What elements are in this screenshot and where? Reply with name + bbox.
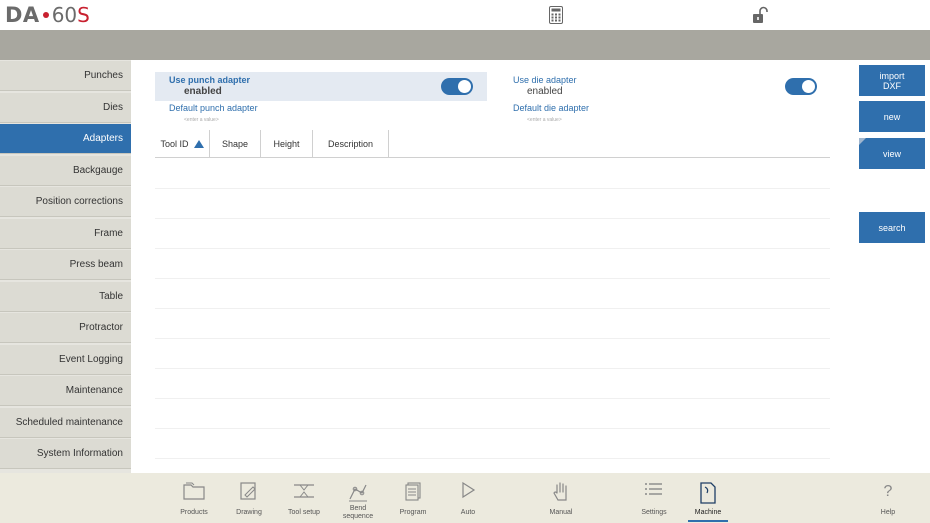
nav-bend-sequence[interactable]: Bend sequence — [338, 473, 378, 523]
play-icon — [462, 481, 476, 499]
logo-model-prefix: 60 — [51, 3, 78, 27]
logo: DA 60S — [5, 3, 90, 27]
sidebar-item-backgauge[interactable]: Backgauge — [0, 156, 131, 186]
view-button-label: view — [882, 148, 901, 159]
toggle-knob — [802, 80, 815, 93]
sidebar-item-protractor[interactable]: Protractor — [0, 313, 131, 343]
hand-icon — [553, 482, 567, 501]
top-bar: DA 60S — [0, 0, 930, 30]
table-row-divider — [155, 368, 830, 369]
title-band — [0, 30, 930, 60]
default-die-adapter-input[interactable]: <enter a value> — [527, 117, 562, 123]
column-header-tool-id[interactable]: Tool ID — [155, 130, 210, 158]
program-icon — [405, 482, 421, 501]
nav-label: Program — [399, 509, 427, 516]
table-row-divider — [155, 338, 830, 339]
bend-sequence-icon — [349, 484, 367, 502]
sidebar-item-maintenance[interactable]: Maintenance — [0, 376, 131, 406]
logo-dot — [42, 12, 49, 18]
nav-manual[interactable]: Manual — [541, 473, 581, 523]
sidebar-item-press-beam[interactable]: Press beam — [0, 250, 131, 280]
sidebar-item-event-logging[interactable]: Event Logging — [0, 345, 131, 375]
adapter-table-header: Tool ID Shape Height Description — [155, 130, 830, 158]
nav-label: Bend sequence — [342, 505, 374, 520]
logo-model: 60S — [52, 3, 90, 27]
use-punch-adapter-toggle[interactable] — [441, 78, 473, 95]
main-panel: Use punch adapter enabled Use die adapte… — [131, 60, 846, 473]
svg-text:?: ? — [884, 483, 893, 500]
nav-label: Drawing — [236, 509, 262, 516]
table-row-divider — [155, 458, 830, 459]
unlocked-padlock-icon[interactable] — [752, 6, 768, 24]
nav-label: Products — [180, 509, 208, 516]
nav-auto[interactable]: Auto — [448, 473, 488, 523]
sidebar-item-frame[interactable]: Frame — [0, 219, 131, 249]
sidebar: Punches Dies Adapters Backgauge Position… — [0, 60, 131, 473]
table-row-divider — [155, 278, 830, 279]
default-die-adapter-label: Default die adapter — [513, 103, 590, 113]
active-nav-indicator — [688, 520, 728, 522]
nav-drawing[interactable]: Drawing — [229, 473, 269, 523]
sidebar-item-scheduled-maintenance[interactable]: Scheduled maintenance — [0, 408, 131, 438]
nav-label: Machine — [694, 509, 722, 516]
nav-label: Auto — [460, 509, 476, 516]
logo-model-suffix: S — [77, 3, 90, 27]
table-row-divider — [155, 248, 830, 249]
new-button[interactable]: new — [859, 101, 925, 132]
use-die-adapter-toggle[interactable] — [785, 78, 817, 95]
sidebar-item-adapters[interactable]: Adapters — [0, 124, 131, 154]
machine-icon — [700, 482, 716, 504]
logo-brand: DA — [5, 3, 40, 27]
default-punch-adapter-label: Default punch adapter — [169, 103, 258, 113]
nav-program[interactable]: Program — [393, 473, 433, 523]
use-punch-adapter-value: enabled — [184, 86, 222, 97]
column-header-label: Tool ID — [160, 139, 189, 149]
sort-ascending-icon — [193, 140, 204, 148]
nav-settings[interactable]: Settings — [634, 473, 674, 523]
nav-label: Settings — [641, 509, 667, 516]
nav-machine[interactable]: Machine — [686, 473, 730, 523]
sidebar-item-dies[interactable]: Dies — [0, 93, 131, 123]
nav-help[interactable]: ? Help — [868, 473, 908, 523]
table-row-divider — [155, 188, 830, 189]
default-punch-adapter-input[interactable]: <enter a value> — [184, 117, 219, 123]
pencil-icon — [240, 482, 256, 500]
table-row-divider — [155, 218, 830, 219]
nav-products[interactable]: Products — [174, 473, 214, 523]
calculator-icon[interactable] — [549, 6, 563, 24]
use-die-adapter-value: enabled — [527, 86, 563, 97]
tool-setup-icon — [294, 484, 314, 498]
settings-list-icon — [645, 483, 662, 495]
table-row-divider — [155, 308, 830, 309]
nav-label: Manual — [549, 509, 573, 516]
folder-icon — [183, 482, 205, 500]
table-row-divider — [155, 398, 830, 399]
use-punch-adapter-label: Use punch adapter — [169, 75, 251, 85]
nav-label: Tool setup — [288, 509, 320, 516]
use-die-adapter-label: Use die adapter — [513, 75, 577, 85]
column-header-shape[interactable]: Shape — [210, 130, 261, 158]
import-dxf-button[interactable]: import DXF — [859, 65, 925, 96]
nav-tool-setup[interactable]: Tool setup — [282, 473, 326, 523]
sidebar-item-table[interactable]: Table — [0, 282, 131, 312]
sidebar-item-system-information[interactable]: System Information — [0, 439, 131, 469]
nav-label: Help — [880, 509, 896, 516]
machine-adapters-screen: DA 60S Punches Dies Adapters Backgauge P… — [0, 0, 930, 523]
bottom-nav-bar: Products Drawing Tool setup Bend sequenc… — [0, 473, 930, 523]
column-header-description[interactable]: Description — [313, 130, 389, 158]
table-row-divider — [155, 428, 830, 429]
column-header-height[interactable]: Height — [261, 130, 313, 158]
sidebar-item-position-corrections[interactable]: Position corrections — [0, 187, 131, 217]
toggle-knob — [458, 80, 471, 93]
help-icon: ? — [884, 483, 893, 500]
sidebar-item-punches[interactable]: Punches — [0, 61, 131, 91]
view-button[interactable]: view — [859, 138, 925, 169]
search-button[interactable]: search — [859, 212, 925, 243]
corner-marker-icon — [859, 138, 866, 145]
